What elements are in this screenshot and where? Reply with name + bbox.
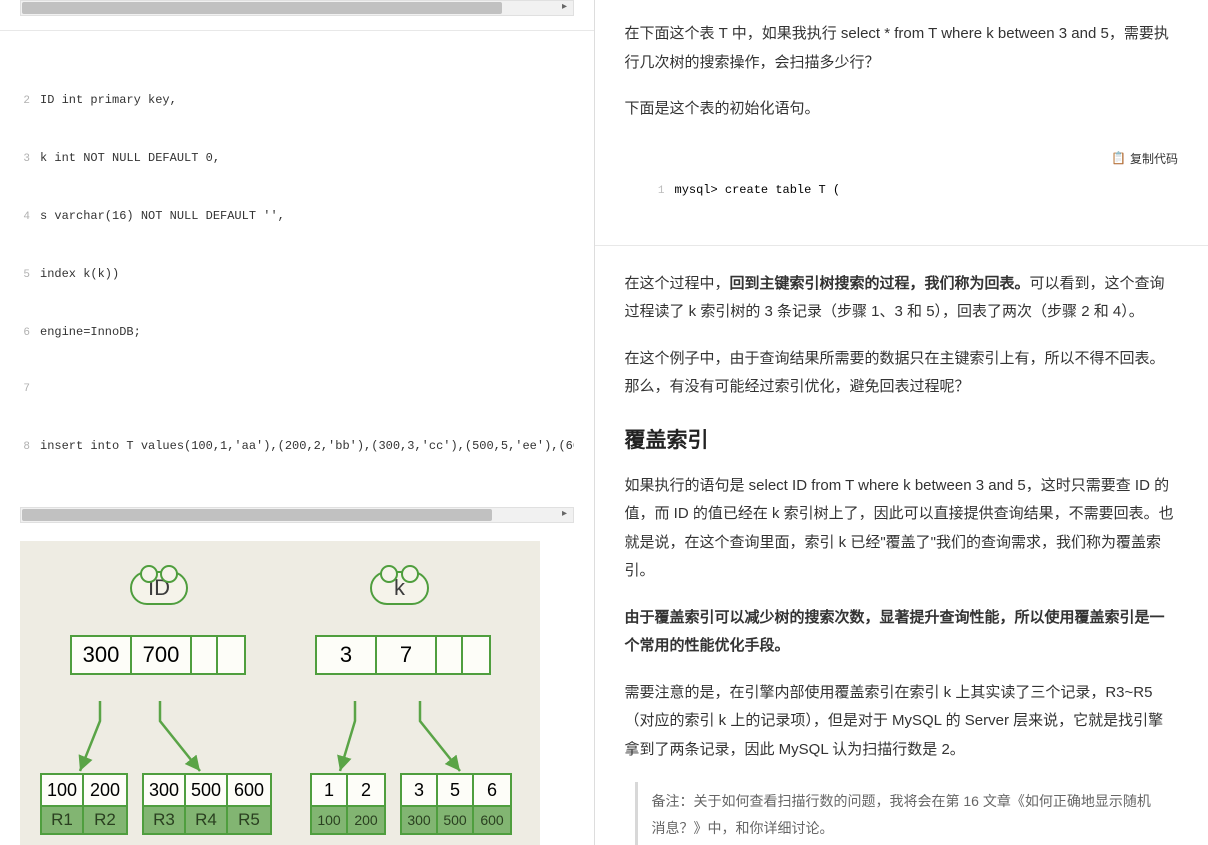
code-text: insert into T values(100,1,'aa'),(200,2,…: [40, 437, 574, 456]
section-heading: 覆盖索引: [625, 424, 1179, 454]
id-internal-node: 300 700: [70, 635, 246, 675]
k-cloud-label: k: [370, 571, 429, 605]
leaf-cell: 300: [402, 807, 438, 833]
scroll-right-arrow[interactable]: ▸: [559, 1, 571, 12]
scrollbar-top[interactable]: ▸: [20, 0, 574, 16]
leaf-cell: 1: [312, 775, 348, 805]
paragraph: 在下面这个表 T 中，如果我执行 select * from T where k…: [625, 20, 1179, 77]
code-text: ID int primary key,: [40, 91, 177, 110]
bold-text: 回到主键索引树搜索的过程，我们称为回表。: [730, 275, 1030, 292]
right-code-block: 1 mysql> create table T (: [625, 175, 1179, 227]
line-number: 4: [20, 209, 40, 227]
line-number: 5: [20, 267, 40, 285]
node-cell: 300: [72, 637, 132, 673]
scrollbar-thumb[interactable]: [22, 2, 502, 14]
code-text: k int NOT NULL DEFAULT 0,: [40, 149, 220, 168]
node-cell-empty: [192, 637, 218, 673]
k-internal-node: 3 7: [315, 635, 491, 675]
code-text: index k(k)): [40, 265, 119, 284]
leaf-cell: 200: [348, 807, 384, 833]
leaf-cell: 500: [438, 807, 474, 833]
leaf-cell: 200: [84, 775, 126, 805]
leaf-cell: 500: [186, 775, 228, 805]
paragraph: 需要注意的是，在引擎内部使用覆盖索引在索引 k 上其实读了三个记录，R3~R5（…: [625, 679, 1179, 765]
leaf-cell: R1: [42, 807, 84, 833]
leaf-cell: 100: [312, 807, 348, 833]
left-pane: ▸ 2ID int primary key, 3k int NOT NULL D…: [0, 0, 595, 845]
line-number: 8: [20, 439, 40, 457]
leaf-cell: R5: [228, 807, 270, 833]
node-cell-empty: [463, 637, 489, 673]
leaf-cell: 3: [402, 775, 438, 805]
paragraph: 在这个过程中，回到主键索引树搜索的过程，我们称为回表。可以看到，这个查询过程读了…: [625, 270, 1179, 327]
scrollbar-code[interactable]: ▸: [20, 507, 574, 523]
bold-text: 由于覆盖索引可以减少树的搜索次数，显著提升查询性能，所以使用覆盖索引是一个常用的…: [625, 609, 1165, 655]
copy-label: 复制代码: [1130, 150, 1178, 167]
leaf-cell: 5: [438, 775, 474, 805]
paragraph: 由于覆盖索引可以减少树的搜索次数，显著提升查询性能，所以使用覆盖索引是一个常用的…: [625, 604, 1179, 661]
leaf-cell: 600: [474, 807, 510, 833]
right-pane: 在下面这个表 T 中，如果我执行 select * from T where k…: [595, 0, 1208, 845]
leaf-cell: 2: [348, 775, 384, 805]
scrollbar-thumb[interactable]: [22, 509, 492, 521]
copy-code-button[interactable]: 📋 复制代码: [1111, 150, 1178, 167]
divider: [0, 30, 594, 31]
node-cell-empty: [218, 637, 244, 673]
id-cloud-label: ID: [130, 571, 188, 605]
node-cell: 7: [377, 637, 437, 673]
divider: [595, 245, 1208, 246]
node-cell-empty: [437, 637, 463, 673]
code-text: engine=InnoDB;: [40, 323, 141, 342]
line-number: 7: [20, 381, 40, 399]
code-text: s varchar(16) NOT NULL DEFAULT '',: [40, 207, 285, 226]
blockquote-note: 备注：关于如何查看扫描行数的问题，我将会在第 16 文章《如何正确地显示随机消息…: [635, 782, 1179, 845]
k-leaf-nodes: 1 2 100 200 3 5 6 300 500 600: [310, 773, 512, 835]
leaf-cell: R3: [144, 807, 186, 833]
scroll-right-arrow[interactable]: ▸: [559, 508, 571, 519]
text: 在这个过程中，: [625, 275, 730, 292]
k-tree: k 3 7: [310, 571, 491, 675]
id-tree: ID 300 700: [50, 571, 246, 675]
line-number: 1: [655, 185, 675, 197]
line-number: 6: [20, 325, 40, 343]
leaf-cell: 600: [228, 775, 270, 805]
leaf-cell: R2: [84, 807, 126, 833]
leaf-cell: R4: [186, 807, 228, 833]
code-text: mysql> create table T (: [675, 183, 841, 197]
paragraph: 下面是这个表的初始化语句。: [625, 95, 1179, 124]
line-number: 2: [20, 93, 40, 111]
paragraph: 在这个例子中，由于查询结果所需要的数据只在主键索引上有，所以不得不回表。那么，有…: [625, 345, 1179, 402]
leaf-cell: 100: [42, 775, 84, 805]
node-cell: 3: [317, 637, 377, 673]
leaf-cell: 300: [144, 775, 186, 805]
copy-icon: 📋: [1111, 151, 1126, 165]
id-leaf-nodes: 100 200 R1 R2 300 500 600 R3 R4 R5: [40, 773, 272, 835]
leaf-cell: 6: [474, 775, 510, 805]
node-cell: 700: [132, 637, 192, 673]
sql-code-block: 2ID int primary key, 3k int NOT NULL DEF…: [20, 49, 574, 499]
paragraph: 如果执行的语句是 select ID from T where k betwee…: [625, 472, 1179, 586]
index-tree-diagram: ID 300 700 k 3 7: [20, 541, 540, 845]
line-number: 3: [20, 151, 40, 169]
